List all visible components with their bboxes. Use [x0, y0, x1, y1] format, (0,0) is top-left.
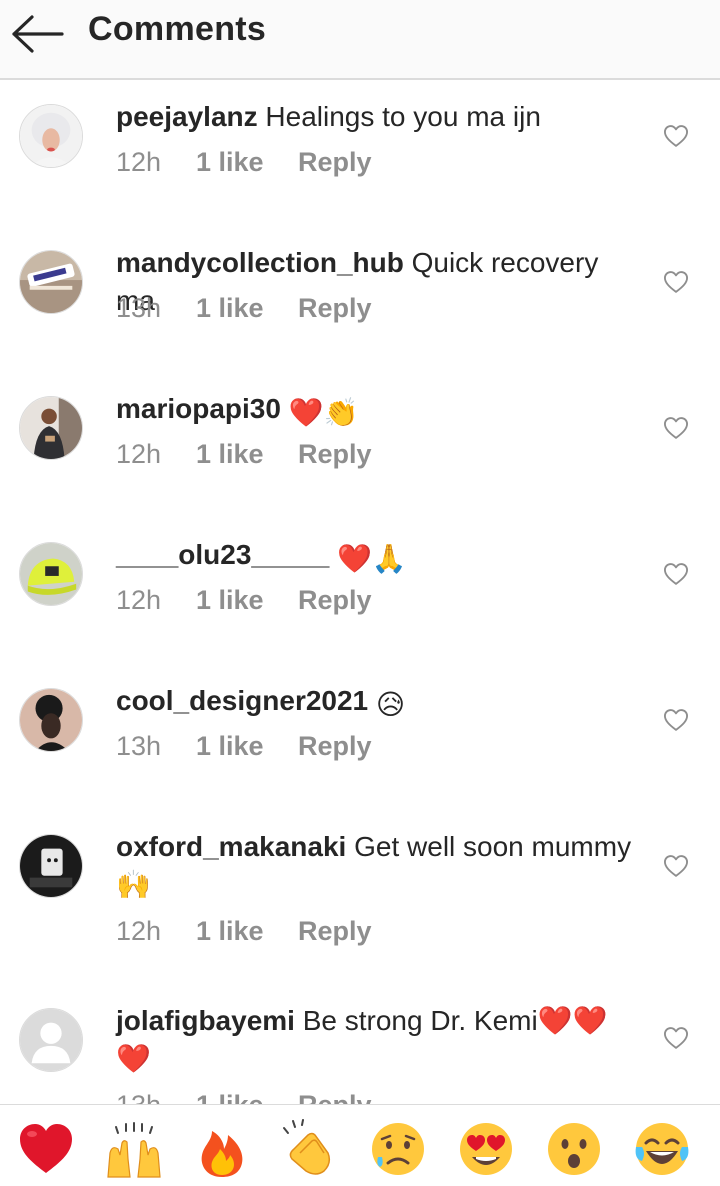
comment-likes[interactable]: 1 like: [196, 288, 298, 328]
avatar[interactable]: [19, 104, 83, 168]
comment-list[interactable]: peejaylanz Healings to you ma ijn 12h 1 l…: [0, 80, 720, 1104]
comment-time: 12h: [116, 439, 162, 469]
heart-icon[interactable]: [662, 706, 690, 734]
page-title: Comments: [88, 10, 267, 48]
raising-hands-icon[interactable]: [104, 1119, 164, 1179]
comment-time: 13h: [116, 1085, 196, 1104]
comment-time: 12h: [116, 147, 162, 177]
comment-time: 12h: [116, 916, 162, 946]
avatar[interactable]: [19, 834, 83, 898]
fire-icon[interactable]: [192, 1119, 252, 1179]
reply-button[interactable]: Reply: [298, 288, 372, 328]
comment-username[interactable]: ____olu23_____: [116, 539, 329, 570]
comment-likes[interactable]: 1 like: [196, 434, 298, 474]
heart-icon[interactable]: [662, 268, 690, 296]
comment-username[interactable]: jolafigbayemi: [116, 1005, 295, 1036]
heart-eyes-icon[interactable]: [456, 1119, 516, 1179]
sad-face-icon[interactable]: [368, 1119, 428, 1179]
avatar[interactable]: [19, 250, 83, 314]
heart-icon[interactable]: [662, 122, 690, 150]
clapping-hands-icon[interactable]: [280, 1119, 340, 1179]
reply-button[interactable]: Reply: [298, 580, 372, 620]
reply-button[interactable]: Reply: [298, 1085, 372, 1104]
comment-text: ❤️🙏: [337, 543, 407, 574]
avatar[interactable]: [19, 542, 83, 606]
comment-likes[interactable]: 1 like: [196, 726, 298, 766]
comment-username[interactable]: mariopapi30: [116, 393, 281, 424]
comment-text: 😥: [375, 689, 406, 720]
reply-button[interactable]: Reply: [298, 142, 372, 182]
arrow-left-icon[interactable]: [10, 14, 66, 54]
reply-button[interactable]: Reply: [298, 434, 372, 474]
comment-likes[interactable]: 1 like: [196, 142, 298, 182]
tears-of-joy-icon[interactable]: [632, 1119, 692, 1179]
header-bar: Comments: [0, 0, 720, 80]
heart-icon[interactable]: [662, 1024, 690, 1052]
avatar[interactable]: [19, 396, 83, 460]
comment-text: ❤️👏: [288, 397, 359, 428]
comment-username[interactable]: cool_designer2021: [116, 685, 368, 716]
emoji-reaction-bar: [0, 1104, 720, 1186]
avatar[interactable]: [19, 688, 83, 752]
heart-icon[interactable]: [662, 852, 690, 880]
comment-username[interactable]: peejaylanz: [116, 101, 258, 132]
comment-username[interactable]: oxford_makanaki: [116, 831, 346, 862]
comment-likes[interactable]: 1 like: [196, 580, 298, 620]
surprised-face-icon[interactable]: [544, 1119, 604, 1179]
comment-time: 13h: [116, 293, 162, 323]
reply-button[interactable]: Reply: [298, 726, 372, 766]
comment-username[interactable]: mandycollection_hub: [116, 247, 404, 278]
avatar[interactable]: [19, 1008, 83, 1072]
heart-icon[interactable]: [662, 560, 690, 588]
comment-likes[interactable]: 1 like: [196, 1085, 298, 1104]
heart-icon[interactable]: [662, 414, 690, 442]
comment-time: 13h: [116, 731, 162, 761]
red-heart-icon[interactable]: [16, 1119, 76, 1179]
comment-likes[interactable]: 1 like: [196, 911, 298, 951]
reply-button[interactable]: Reply: [298, 911, 372, 951]
comment-text: Healings to you ma ijn: [265, 101, 541, 132]
comment-time: 12h: [116, 585, 162, 615]
